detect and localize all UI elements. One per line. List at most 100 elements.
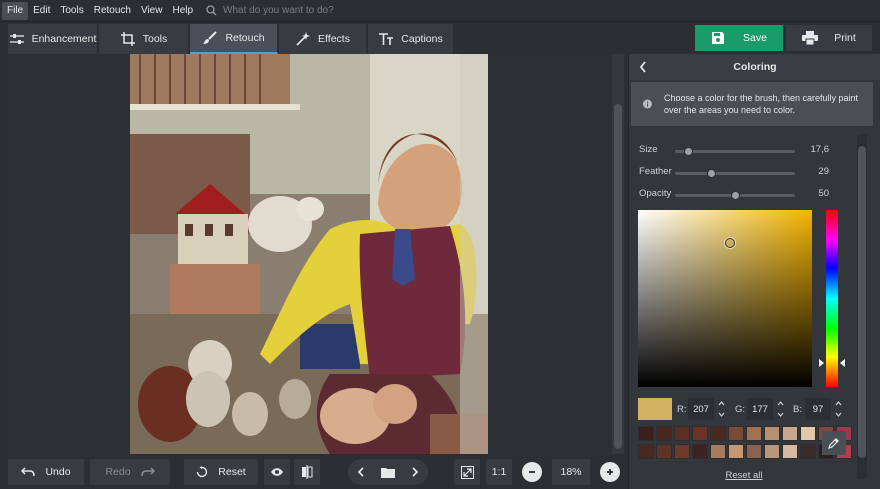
back-arrow-icon[interactable] bbox=[639, 61, 647, 73]
tab-enhancement[interactable]: Enhancement bbox=[8, 24, 98, 54]
file-navigator bbox=[348, 459, 428, 485]
chevron-up-icon[interactable] bbox=[835, 401, 842, 406]
color-swatch[interactable] bbox=[674, 444, 690, 459]
chevron-down-icon[interactable] bbox=[835, 412, 842, 417]
hue-slider[interactable] bbox=[826, 210, 838, 387]
color-swatch[interactable] bbox=[656, 426, 672, 441]
slider-track[interactable] bbox=[675, 169, 795, 178]
minus-icon bbox=[529, 471, 535, 473]
slider-track[interactable] bbox=[675, 147, 795, 156]
hue-marker-right[interactable] bbox=[840, 359, 845, 367]
folder-icon[interactable] bbox=[381, 467, 395, 478]
panel-scrollbar[interactable] bbox=[857, 134, 867, 479]
color-swatch[interactable] bbox=[764, 426, 780, 441]
redo-button[interactable]: Redo bbox=[90, 459, 170, 485]
color-swatch[interactable] bbox=[710, 444, 726, 459]
search-box bbox=[206, 5, 424, 16]
color-swatch[interactable] bbox=[656, 444, 672, 459]
tab-tools[interactable]: Tools bbox=[99, 24, 189, 54]
hue-marker-left[interactable] bbox=[819, 359, 824, 367]
color-swatch[interactable] bbox=[638, 426, 654, 441]
menu-bar: File Edit Tools Retouch View Help bbox=[0, 0, 880, 22]
zoom-in-button[interactable] bbox=[600, 462, 620, 482]
color-swatch[interactable] bbox=[728, 426, 744, 441]
scrollbar-thumb[interactable] bbox=[858, 146, 866, 458]
sliders-icon bbox=[9, 34, 24, 44]
reset-button[interactable]: Reset bbox=[184, 459, 258, 485]
slider-knob[interactable] bbox=[730, 191, 740, 200]
r-spinner[interactable] bbox=[715, 398, 727, 420]
saturation-value-picker[interactable] bbox=[638, 210, 812, 387]
compare-button[interactable] bbox=[294, 459, 320, 485]
color-swatch[interactable] bbox=[674, 426, 690, 441]
menu-retouch[interactable]: Retouch bbox=[89, 2, 136, 20]
menu-view[interactable]: View bbox=[136, 2, 168, 20]
canvas-scrollbar[interactable] bbox=[612, 54, 624, 454]
undo-button[interactable]: Undo bbox=[8, 459, 84, 485]
info-box: Choose a color for the brush, then caref… bbox=[631, 82, 873, 126]
color-swatch[interactable] bbox=[782, 426, 798, 441]
opacity-slider[interactable]: Opacity 50 bbox=[639, 188, 829, 202]
print-button[interactable]: Print bbox=[786, 25, 872, 51]
search-input[interactable] bbox=[223, 5, 424, 16]
color-swatch[interactable] bbox=[692, 426, 708, 441]
size-value: 17,6 bbox=[810, 144, 830, 155]
menu-file[interactable]: File bbox=[2, 1, 29, 20]
panel-header: Coloring bbox=[629, 54, 880, 80]
chevron-left-icon[interactable] bbox=[357, 467, 365, 477]
actual-size-button[interactable]: 1:1 bbox=[486, 459, 512, 485]
scrollbar-thumb[interactable] bbox=[614, 104, 622, 449]
eyedropper-button[interactable] bbox=[822, 431, 846, 455]
photo[interactable] bbox=[130, 54, 488, 454]
r-input[interactable]: 207 bbox=[688, 398, 714, 420]
chevron-up-icon[interactable] bbox=[718, 401, 725, 406]
crop-icon bbox=[120, 32, 135, 46]
save-button[interactable]: Save bbox=[695, 25, 783, 51]
size-slider[interactable]: Size 17,6 bbox=[639, 144, 829, 158]
slider-track[interactable] bbox=[675, 191, 795, 200]
g-input[interactable]: 177 bbox=[747, 398, 773, 420]
feather-slider[interactable]: Feather 29 bbox=[639, 166, 829, 180]
tab-retouch[interactable]: Retouch bbox=[190, 24, 278, 54]
color-swatch[interactable] bbox=[710, 426, 726, 441]
g-label: G: bbox=[735, 404, 746, 415]
menu-help[interactable]: Help bbox=[167, 2, 198, 20]
color-swatch[interactable] bbox=[638, 444, 654, 459]
chevron-up-icon[interactable] bbox=[777, 401, 784, 406]
preview-toggle[interactable] bbox=[264, 459, 290, 485]
color-picker-cursor[interactable] bbox=[725, 238, 735, 248]
color-swatch[interactable] bbox=[746, 444, 762, 459]
tab-effects[interactable]: Effects bbox=[279, 24, 367, 54]
chevron-right-icon[interactable] bbox=[411, 467, 419, 477]
printer-icon bbox=[802, 31, 819, 45]
b-spinner[interactable] bbox=[832, 398, 844, 420]
chevron-down-icon[interactable] bbox=[777, 412, 784, 417]
fit-screen-icon bbox=[460, 465, 474, 479]
slider-knob[interactable] bbox=[707, 169, 717, 178]
size-label: Size bbox=[639, 144, 658, 155]
info-icon bbox=[643, 99, 652, 109]
b-input[interactable]: 97 bbox=[805, 398, 831, 420]
reset-label: Reset bbox=[218, 466, 246, 478]
chevron-down-icon[interactable] bbox=[718, 412, 725, 417]
slider-knob[interactable] bbox=[683, 147, 693, 156]
current-color-preview bbox=[638, 398, 672, 420]
color-swatch[interactable] bbox=[728, 444, 744, 459]
reset-all-link[interactable]: Reset all bbox=[629, 470, 859, 481]
tab-captions[interactable]: Captions bbox=[368, 24, 454, 54]
menu-edit[interactable]: Edit bbox=[28, 2, 55, 20]
compare-icon bbox=[302, 465, 313, 479]
fit-screen-button[interactable] bbox=[454, 459, 480, 485]
color-swatch[interactable] bbox=[800, 426, 816, 441]
g-spinner[interactable] bbox=[774, 398, 786, 420]
color-swatch[interactable] bbox=[800, 444, 816, 459]
color-swatch[interactable] bbox=[764, 444, 780, 459]
opacity-label: Opacity bbox=[639, 188, 672, 199]
color-swatch[interactable] bbox=[692, 444, 708, 459]
menu-tools[interactable]: Tools bbox=[55, 2, 88, 20]
zoom-out-button[interactable] bbox=[522, 462, 542, 482]
color-swatch[interactable] bbox=[782, 444, 798, 459]
effects-icon bbox=[296, 32, 311, 46]
color-swatch[interactable] bbox=[746, 426, 762, 441]
search-icon bbox=[206, 5, 217, 16]
